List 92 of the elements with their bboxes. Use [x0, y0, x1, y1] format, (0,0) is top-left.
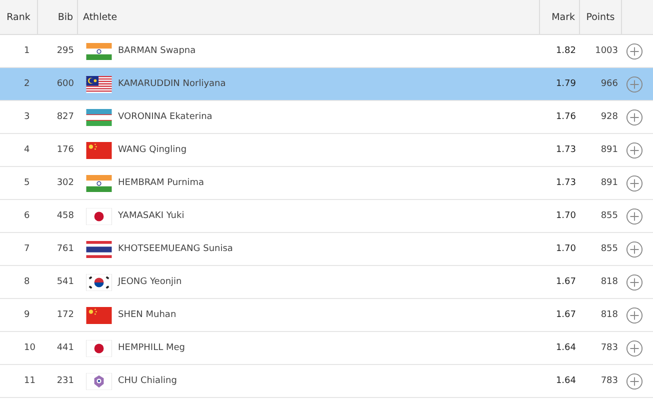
flag-icon — [86, 108, 112, 126]
flag-icon — [86, 240, 112, 258]
mark-cell-text: 1.67 — [554, 277, 577, 287]
mark-cell-text: 1.64 — [554, 343, 577, 353]
athlete-name: SHEN Muhan — [118, 310, 176, 320]
rank-cell-text: 6 — [23, 211, 31, 221]
bib-cell-text: 302 — [56, 178, 75, 188]
bib-cell-text: 458 — [56, 211, 75, 221]
expand-icon[interactable] — [626, 108, 643, 126]
rank-cell-text: 10 — [23, 343, 36, 353]
bib-cell-text: 600 — [56, 79, 75, 89]
column-header[interactable]: Rank — [0, 0, 38, 34]
mark-cell-text: 1.82 — [554, 46, 577, 56]
table-row[interactable]: 10 441 HEMPHILL Meg 1.64 783 — [0, 332, 653, 365]
rank-cell-text: 11 — [23, 376, 36, 386]
points-cell-text: 891 — [600, 178, 619, 188]
flag-icon — [86, 372, 112, 390]
flag-icon — [86, 208, 112, 224]
mark-cell-text: 1.70 — [554, 211, 577, 221]
athlete-name: KHOTSEEMUEANG Sunisa — [118, 244, 233, 254]
bib-cell-text: 295 — [56, 46, 75, 56]
table-row[interactable]: 3 827 VORONINA Ekaterina 1.76 928 — [0, 101, 653, 134]
flag-icon — [86, 174, 112, 192]
expand-icon[interactable] — [626, 240, 643, 258]
athlete-name: WANG Qingling — [118, 145, 187, 155]
bib-cell-text: 541 — [56, 277, 75, 287]
points-cell-text: 783 — [600, 343, 619, 353]
bib-cell-text: 441 — [56, 343, 75, 353]
mark-cell-text: 1.73 — [554, 145, 577, 155]
mark-cell-text: 1.64 — [554, 376, 577, 386]
points-cell-text: 891 — [600, 145, 619, 155]
expand-icon[interactable] — [626, 142, 643, 158]
flag-icon — [86, 142, 112, 158]
flag-icon — [86, 274, 112, 290]
athlete-name: KAMARUDDIN Norliyana — [118, 79, 226, 89]
expand-icon[interactable] — [626, 174, 643, 192]
table-row[interactable]: 8 541 JEONG Yeonjin 1.67 818 — [0, 266, 653, 299]
column-header[interactable]: Athlete — [78, 0, 540, 34]
expand-icon[interactable] — [626, 208, 643, 224]
expand-icon[interactable] — [626, 76, 643, 92]
bib-cell-text: 761 — [56, 244, 75, 254]
bib-cell-text: 176 — [56, 145, 75, 155]
rank-cell-text: 4 — [23, 145, 31, 155]
rank-cell-text: 2 — [23, 79, 31, 89]
athlete-name: JEONG Yeonjin — [118, 277, 182, 287]
athlete-name: HEMBRAM Purnima — [118, 178, 204, 188]
table-row[interactable]: 5 302 HEMBRAM Purnima 1.73 891 — [0, 167, 653, 200]
points-cell-text: 928 — [600, 112, 619, 122]
expand-icon[interactable] — [626, 340, 643, 356]
athlete-name: HEMPHILL Meg — [118, 343, 185, 353]
column-header[interactable]: Mark — [540, 0, 580, 34]
mark-cell-text: 1.73 — [554, 178, 577, 188]
rank-cell-text: 8 — [23, 277, 31, 287]
points-cell-text: 818 — [600, 310, 619, 320]
expand-icon[interactable] — [626, 42, 643, 60]
bib-cell-text: 231 — [56, 376, 75, 386]
athlete-name: VORONINA Ekaterina — [118, 112, 212, 122]
column-header[interactable]: Bib — [38, 0, 78, 34]
flag-icon — [86, 306, 112, 324]
points-cell-text: 855 — [600, 244, 619, 254]
points-cell-text: 855 — [600, 211, 619, 221]
rank-cell-text: 7 — [23, 244, 31, 254]
athlete-name: CHU Chialing — [118, 376, 177, 386]
flag-icon — [86, 42, 112, 60]
points-cell-text: 1003 — [594, 46, 619, 56]
table-row[interactable]: 2 600 KAMARUDDIN Norliyana 1.79 966 — [0, 68, 653, 101]
bib-cell-text: 172 — [56, 310, 75, 320]
mark-cell-text: 1.76 — [554, 112, 577, 122]
rank-cell-text: 9 — [23, 310, 31, 320]
expand-icon[interactable] — [626, 306, 643, 324]
table-row[interactable]: 6 458 YAMASAKI Yuki 1.70 855 — [0, 200, 653, 233]
points-cell-text: 818 — [600, 277, 619, 287]
mark-cell-text: 1.70 — [554, 244, 577, 254]
flag-icon — [86, 340, 112, 356]
bib-cell-text: 827 — [56, 112, 75, 122]
table-row[interactable]: 7 761 KHOTSEEMUEANG Sunisa 1.70 855 — [0, 233, 653, 266]
athlete-name: BARMAN Swapna — [118, 46, 196, 56]
table-row[interactable]: 9 172 SHEN Muhan 1.67 818 — [0, 299, 653, 332]
athlete-name: YAMASAKI Yuki — [118, 211, 184, 221]
points-cell-text: 783 — [600, 376, 619, 386]
rank-cell-text: 3 — [23, 112, 31, 122]
flag-icon — [86, 76, 112, 92]
points-cell-text: 966 — [600, 79, 619, 89]
table-row[interactable]: 4 176 WANG Qingling 1.73 891 — [0, 134, 653, 167]
expand-icon[interactable] — [626, 372, 643, 390]
expand-icon[interactable] — [626, 274, 643, 290]
table-row[interactable]: 11 231 CHU Chialing 1.64 783 — [0, 365, 653, 398]
column-header[interactable]: Points — [580, 0, 622, 34]
mark-cell-text: 1.79 — [554, 79, 577, 89]
mark-cell-text: 1.67 — [554, 310, 577, 320]
rank-cell-text: 1 — [23, 46, 31, 56]
rank-cell-text: 5 — [23, 178, 31, 188]
